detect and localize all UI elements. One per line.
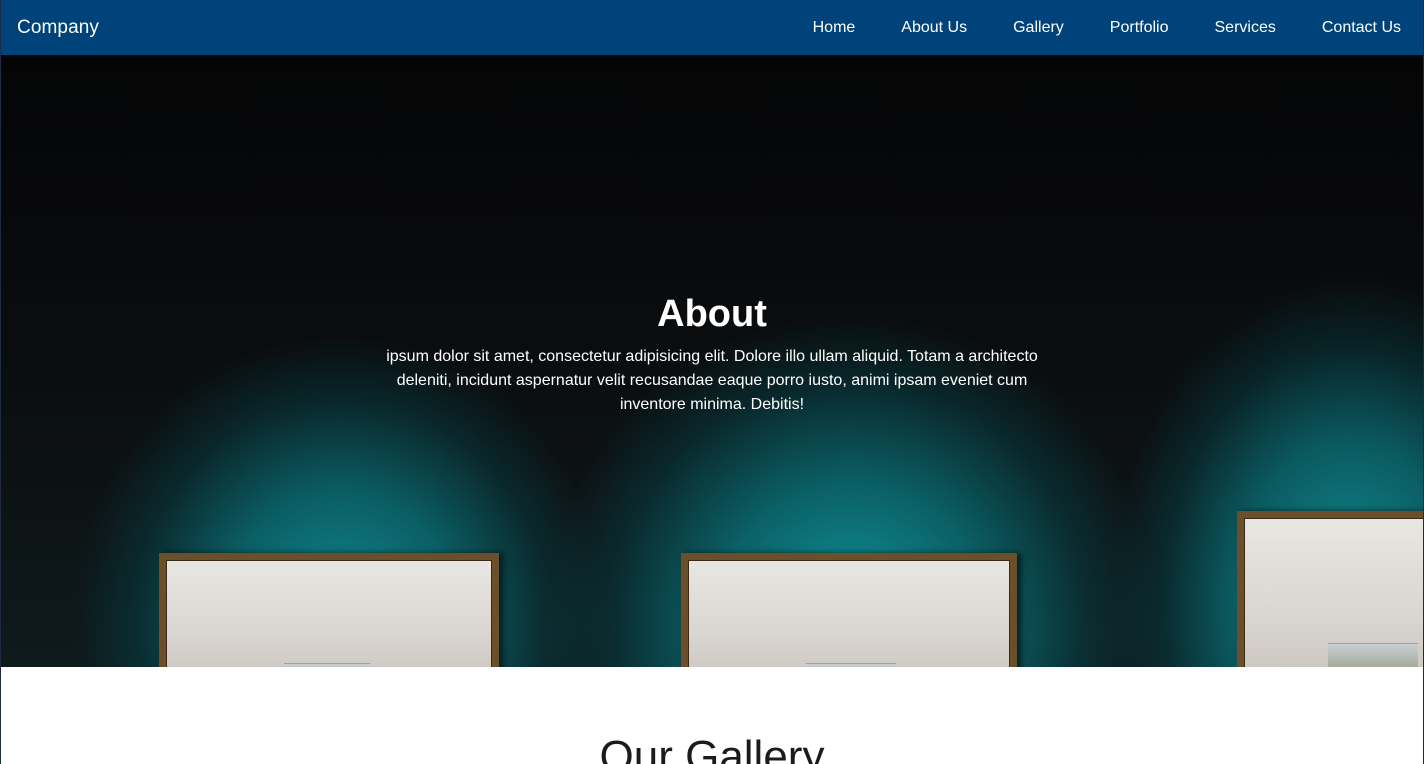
- painting-artwork: [1328, 643, 1418, 667]
- framed-painting: [681, 553, 1017, 667]
- nav-link-services[interactable]: Services: [1215, 19, 1276, 37]
- hero-title: About: [657, 293, 767, 335]
- nav-link-contact-us[interactable]: Contact Us: [1322, 19, 1401, 37]
- gallery-title: Our Gallery: [599, 732, 825, 764]
- hero-content: About ipsum dolor sit amet, consectetur …: [1, 291, 1423, 417]
- gallery-section: Our Gallery: [1, 667, 1423, 764]
- nav-link-portfolio[interactable]: Portfolio: [1110, 19, 1169, 37]
- nav-link-gallery[interactable]: Gallery: [1013, 19, 1064, 37]
- nav-link-about-us[interactable]: About Us: [901, 19, 967, 37]
- hero-section: About ipsum dolor sit amet, consectetur …: [1, 55, 1423, 667]
- framed-painting: [159, 553, 499, 667]
- page: Company Home About Us Gallery Portfolio …: [0, 0, 1424, 764]
- nav-link-home[interactable]: Home: [813, 19, 856, 37]
- hero-description: ipsum dolor sit amet, consectetur adipis…: [386, 348, 1038, 413]
- framed-painting: [1237, 511, 1423, 667]
- nav-links: Home About Us Gallery Portfolio Services…: [813, 0, 1401, 55]
- navbar: Company Home About Us Gallery Portfolio …: [1, 0, 1423, 55]
- brand-logo[interactable]: Company: [17, 17, 99, 39]
